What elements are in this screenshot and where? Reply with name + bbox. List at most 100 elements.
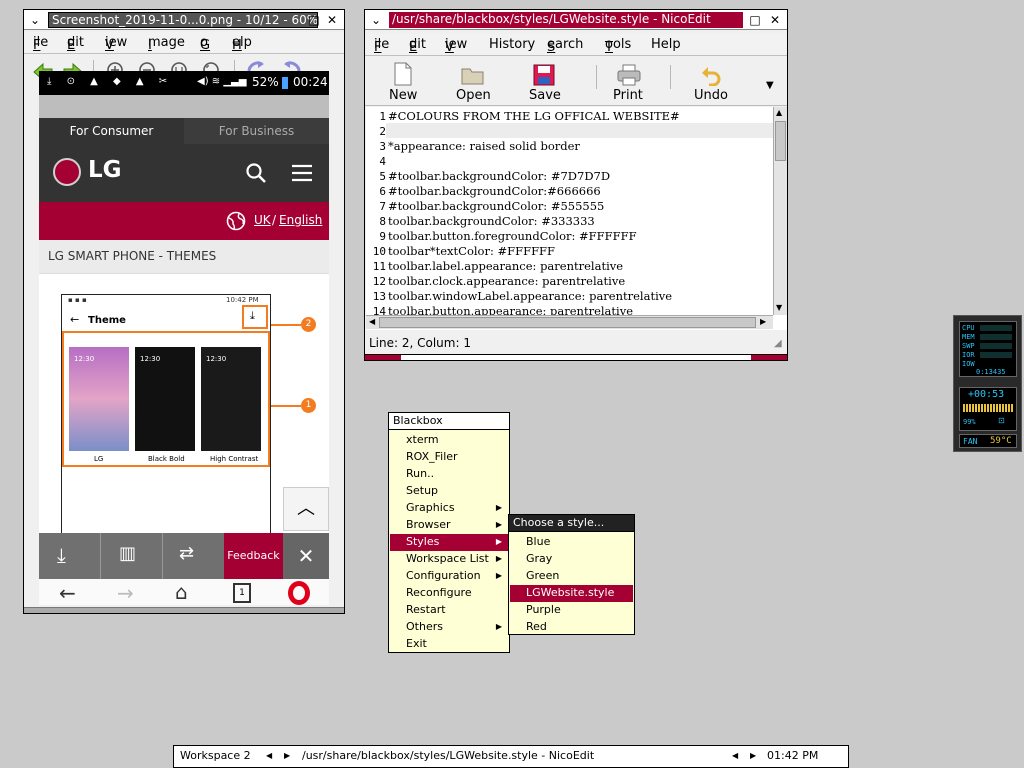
browser-forward-icon[interactable]: →: [117, 581, 134, 605]
browser-home-icon[interactable]: ⌂: [175, 580, 188, 604]
menu-edit[interactable]: Edit: [409, 37, 426, 55]
menu-edit[interactable]: Edit: [67, 35, 84, 53]
window-menu-icon[interactable]: ⌄: [368, 12, 384, 28]
root-menu-item-styles[interactable]: Styles ▶: [390, 534, 508, 551]
workspace-prev-icon[interactable]: ◀: [266, 751, 272, 760]
load-monitor: CPU MEM SWP IOR IOW 0:13435: [959, 321, 1017, 377]
menu-search[interactable]: Search: [547, 37, 583, 55]
menu-tools[interactable]: Tools: [605, 37, 631, 55]
viewer-titlebar[interactable]: ⌄ Screenshot_2019-11-0...0.png - 10/12 -…: [24, 10, 344, 30]
print-button[interactable]: Print: [607, 62, 651, 104]
window-menu-icon[interactable]: ⌄: [27, 12, 43, 28]
scroll-left-icon[interactable]: ◀: [369, 317, 375, 326]
root-menu-item-workspace-list[interactable]: Workspace List ▶: [390, 551, 508, 568]
code-line[interactable]: #toolbar.backgroundColor: #7D7D7D: [388, 169, 610, 184]
opera-logo-icon[interactable]: [288, 581, 310, 605]
style-item-gray[interactable]: Gray: [510, 551, 633, 568]
code-line[interactable]: toolbar.clock.appearance: parentrelative: [388, 274, 625, 289]
menu-view[interactable]: View: [105, 35, 127, 53]
code-line[interactable]: toolbar.button.foregroundColor: #FFFFFF: [388, 229, 637, 244]
scroll-right-icon[interactable]: ▶: [760, 317, 766, 326]
undo-button[interactable]: Undo: [689, 62, 733, 104]
vertical-scrollbar[interactable]: ▲ ▼: [773, 107, 787, 315]
bookmark-icon[interactable]: ▥: [119, 543, 136, 564]
workspace-next-icon[interactable]: ▶: [284, 751, 290, 760]
battery-meter: [963, 404, 1013, 412]
root-menu-item-run-[interactable]: Run..: [390, 466, 508, 483]
window-prev-icon[interactable]: ◀: [732, 751, 738, 760]
region-english-link[interactable]: English: [279, 213, 322, 227]
text-editor-area[interactable]: 1 #COLOURS FROM THE LG OFFICAL WEBSITE# 2 3…: [366, 107, 787, 330]
close-feedback-button[interactable]: ✕: [283, 533, 329, 579]
style-item-red[interactable]: Red: [510, 619, 633, 636]
search-icon[interactable]: [245, 162, 267, 184]
viewer-title: Screenshot_2019-11-0...0.png - 10/12 - 6…: [48, 12, 318, 28]
handle-right-grip[interactable]: [751, 355, 787, 360]
maximize-icon[interactable]: □: [747, 12, 763, 28]
root-menu-item-xterm[interactable]: xterm: [390, 432, 508, 449]
close-icon[interactable]: ✕: [324, 12, 340, 28]
menu-file[interactable]: File: [374, 37, 389, 55]
close-icon[interactable]: ✕: [767, 12, 783, 28]
code-line[interactable]: #toolbar.backgroundColor: #555555: [388, 199, 604, 214]
code-line[interactable]: #COLOURS FROM THE LG OFFICAL WEBSITE#: [388, 109, 680, 124]
blackbox-root-menu: Blackbox xterm ROX_Filer Run.. Setup Graphic…: [388, 412, 510, 653]
tab-for-consumer[interactable]: For Consumer: [39, 118, 184, 144]
root-menu-item-restart[interactable]: Restart: [390, 602, 508, 619]
workspace-label[interactable]: Workspace 2: [180, 749, 251, 762]
tab-for-business[interactable]: For Business: [184, 118, 329, 144]
open-button[interactable]: Open: [452, 62, 496, 104]
root-menu-item-reconfigure[interactable]: Reconfigure: [390, 585, 508, 602]
horizontal-scroll-thumb[interactable]: [379, 317, 756, 328]
window-label[interactable]: /usr/share/blackbox/styles/LGWebsite.sty…: [302, 749, 594, 762]
scroll-up-icon[interactable]: ▲: [776, 108, 782, 117]
editor-bottom-handle[interactable]: [365, 354, 787, 360]
menu-image[interactable]: Image: [148, 35, 185, 53]
hamburger-menu-icon[interactable]: [291, 164, 313, 182]
browser-back-icon[interactable]: ←: [59, 581, 76, 605]
menu-help[interactable]: Help: [651, 37, 681, 52]
vertical-scroll-thumb[interactable]: [775, 121, 786, 161]
menu-go[interactable]: Go: [200, 35, 210, 53]
editor-titlebar[interactable]: ⌄ /usr/share/blackbox/styles/LGWebsite.s…: [365, 10, 787, 30]
root-menu-item-exit[interactable]: Exit: [390, 636, 508, 653]
code-line[interactable]: #toolbar.backgroundColor:#666666: [388, 184, 601, 199]
globe-icon: [226, 211, 246, 231]
styles-menu-title: Choose a style...: [509, 515, 634, 532]
save-button[interactable]: Save: [523, 62, 567, 104]
window-next-icon[interactable]: ▶: [750, 751, 756, 760]
browser-tabs-icon[interactable]: 1: [233, 583, 251, 603]
style-item-blue[interactable]: Blue: [510, 534, 633, 551]
new-button[interactable]: New: [381, 62, 425, 104]
horizontal-scrollbar[interactable]: ◀ ▶: [366, 315, 773, 329]
save-disk-icon: [533, 64, 555, 86]
code-line[interactable]: toolbar.backgroundColor: #333333: [388, 214, 595, 229]
root-menu-item-rox-filer[interactable]: ROX_Filer: [390, 449, 508, 466]
code-line[interactable]: toolbar*textColor: #FFFFFF: [388, 244, 555, 259]
scroll-down-icon[interactable]: ▼: [776, 303, 782, 312]
menu-view[interactable]: View: [445, 37, 467, 55]
region-uk-link[interactable]: UK: [254, 213, 271, 227]
root-menu-item-graphics[interactable]: Graphics ▶: [390, 500, 508, 517]
style-item-green[interactable]: Green: [510, 568, 633, 585]
root-menu-item-configuration[interactable]: Configuration ▶: [390, 568, 508, 585]
style-item-purple[interactable]: Purple: [510, 602, 633, 619]
root-menu-item-setup[interactable]: Setup: [390, 483, 508, 500]
toolbar-overflow-icon[interactable]: ▼: [766, 80, 774, 91]
maximize-icon[interactable]: □: [306, 12, 322, 28]
root-menu-item-others[interactable]: Others ▶: [390, 619, 508, 636]
style-item-lgwebsite-style[interactable]: LGWebsite.style: [510, 585, 633, 602]
menu-help[interactable]: Help: [232, 35, 252, 53]
code-line[interactable]: *appearance: raised solid border: [388, 139, 580, 154]
feedback-button[interactable]: Feedback: [224, 533, 283, 579]
resize-grip-icon[interactable]: ◢: [774, 338, 782, 349]
download-icon[interactable]: ⤓: [57, 543, 66, 567]
root-menu-item-browser[interactable]: Browser ▶: [390, 517, 508, 534]
menu-file[interactable]: File: [33, 35, 48, 53]
scroll-top-button[interactable]: ︿: [283, 487, 329, 531]
compare-icon[interactable]: ⇄: [179, 543, 194, 564]
menu-history[interactable]: History: [489, 37, 535, 52]
code-line[interactable]: toolbar.windowLabel.appearance: parentre…: [388, 289, 672, 304]
code-line[interactable]: toolbar.label.appearance: parentrelative: [388, 259, 623, 274]
handle-left-grip[interactable]: [365, 355, 401, 360]
